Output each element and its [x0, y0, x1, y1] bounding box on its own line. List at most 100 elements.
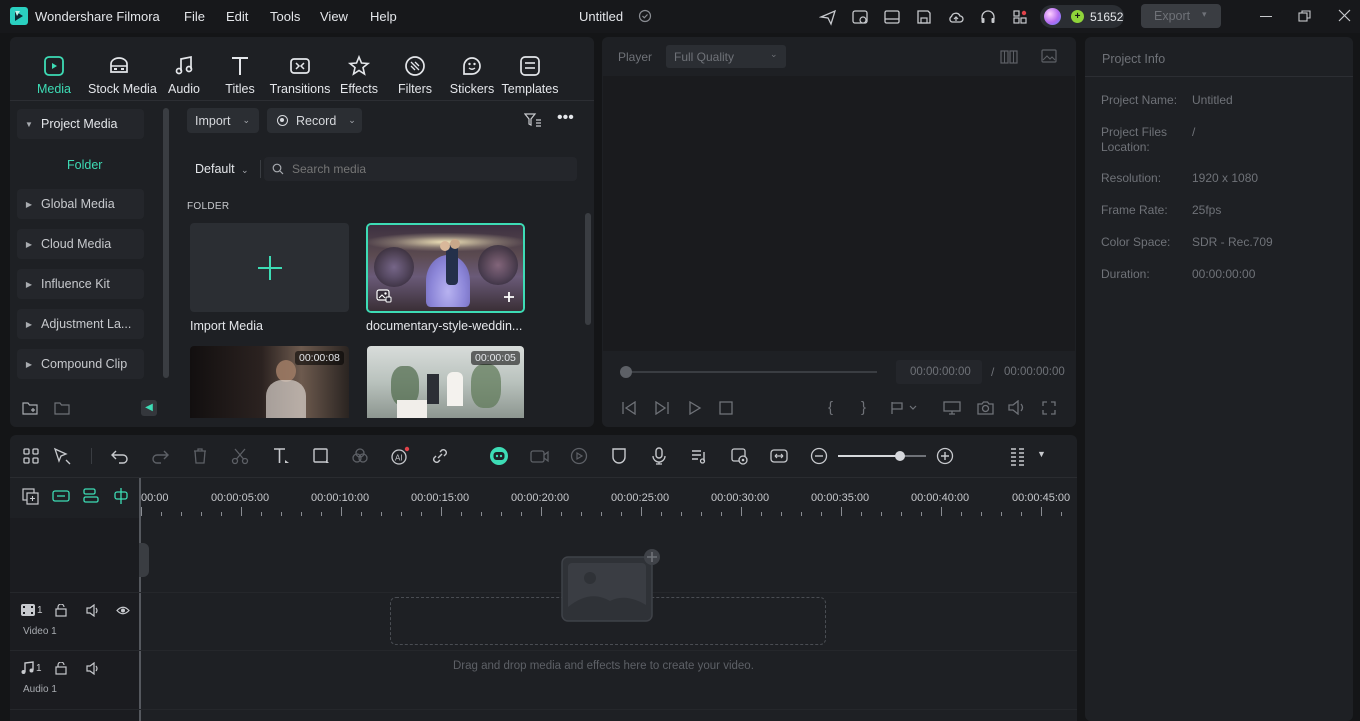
sidebar-scrollbar[interactable] [163, 108, 169, 378]
minimize-button[interactable] [1260, 16, 1272, 17]
sidebar-item-adjustment-layer[interactable]: ▶ Adjustment La... [17, 309, 144, 339]
add-track-icon[interactable] [22, 488, 39, 505]
ai-tools-icon[interactable]: AI [390, 446, 410, 466]
filter-icon[interactable] [524, 112, 542, 128]
microphone-icon[interactable] [649, 446, 669, 466]
zoom-in-icon[interactable] [935, 446, 955, 466]
menu-view[interactable]: View [320, 9, 348, 24]
ai-assistant-icon[interactable] [489, 446, 509, 466]
zoom-slider-handle[interactable] [894, 451, 905, 461]
apps-grid-icon[interactable] [1011, 8, 1029, 26]
menu-tools[interactable]: Tools [270, 9, 300, 24]
menu-help[interactable]: Help [370, 9, 397, 24]
sidebar-item-compound-clip[interactable]: ▶ Compound Clip [17, 349, 144, 379]
crop-icon[interactable] [311, 446, 331, 466]
tab-filters[interactable]: Filters [384, 54, 446, 96]
mute-icon[interactable] [86, 604, 100, 617]
playhead[interactable] [139, 478, 141, 721]
sidebar-item-cloud-media[interactable]: ▶ Cloud Media [17, 229, 144, 259]
playhead-grip[interactable] [139, 543, 149, 577]
mute-icon[interactable] [86, 662, 100, 675]
speed-icon[interactable] [569, 446, 589, 466]
templates-icon[interactable] [851, 8, 869, 26]
snapshot-icon[interactable] [977, 400, 994, 415]
layout-icon[interactable] [883, 8, 901, 26]
scrubber-handle[interactable] [620, 366, 632, 378]
auto-reframe-icon[interactable] [529, 446, 549, 466]
quality-dropdown[interactable]: Full Quality ⌄ [666, 45, 786, 68]
media-grid-scrollbar[interactable] [585, 213, 591, 325]
sidebar-item-global-media[interactable]: ▶ Global Media [17, 189, 144, 219]
import-button[interactable]: Import ⌄ [187, 108, 259, 133]
tab-audio[interactable]: Audio [153, 54, 215, 96]
mark-in-icon[interactable]: { [828, 399, 833, 416]
sidebar-item-influence-kit[interactable]: ▶ Influence Kit [17, 269, 144, 299]
current-time-display[interactable]: 00:00:00:00 [896, 360, 982, 384]
tab-stock-media[interactable]: Stock Media [88, 54, 157, 96]
add-to-timeline-icon[interactable] [503, 291, 515, 303]
menu-file[interactable]: File [184, 9, 205, 24]
media-item-clip-3[interactable]: 00:00:05 [367, 346, 524, 418]
color-match-icon[interactable] [350, 446, 370, 466]
visibility-eye-icon[interactable] [116, 605, 130, 616]
select-tool-icon[interactable] [52, 446, 72, 466]
auto-ripple-icon[interactable] [82, 488, 100, 504]
search-input[interactable] [292, 160, 562, 178]
headset-icon[interactable] [979, 8, 997, 26]
send-icon[interactable] [819, 8, 837, 26]
tab-titles[interactable]: Titles [209, 54, 271, 96]
previous-frame-icon[interactable] [621, 401, 637, 415]
next-frame-icon[interactable] [654, 401, 670, 415]
new-folder-icon[interactable] [22, 400, 38, 416]
link-icon[interactable] [430, 446, 450, 466]
sidebar-item-project-media[interactable]: ▼ Project Media [17, 109, 144, 139]
maximize-button[interactable] [1298, 10, 1311, 22]
tab-transitions[interactable]: Transitions [269, 54, 331, 96]
mask-icon[interactable] [609, 446, 629, 466]
import-media-tile[interactable] [190, 223, 349, 312]
undo-icon[interactable] [110, 446, 130, 466]
close-button[interactable] [1338, 9, 1351, 22]
media-item-clip-2[interactable]: 00:00:08 [190, 346, 349, 418]
collapse-sidebar-button[interactable]: ◀ [141, 400, 157, 416]
credits-badge[interactable]: + 51652 [1040, 5, 1124, 28]
sort-dropdown[interactable]: Default ⌄ [195, 162, 249, 176]
play-icon[interactable] [688, 401, 702, 415]
media-item-wedding[interactable] [366, 223, 525, 313]
search-box[interactable] [264, 157, 577, 181]
render-preview-icon[interactable] [729, 446, 749, 466]
delete-icon[interactable] [190, 446, 210, 466]
volume-icon[interactable] [1008, 400, 1026, 415]
record-button[interactable]: Record ⌄ [267, 108, 362, 133]
stop-icon[interactable] [719, 401, 733, 415]
layout-grid-icon[interactable] [21, 446, 41, 466]
chevron-down-icon[interactable]: ▼ [1037, 449, 1046, 459]
snap-icon[interactable] [112, 487, 130, 505]
cloud-upload-icon[interactable] [947, 8, 965, 26]
fullscreen-icon[interactable] [1042, 401, 1056, 415]
track-layout-icon[interactable] [1008, 446, 1028, 466]
sidebar-item-folder[interactable]: Folder [67, 158, 102, 172]
tab-templates[interactable]: Templates [499, 54, 561, 96]
split-icon[interactable] [230, 446, 250, 466]
lock-icon[interactable] [55, 662, 67, 675]
marker-icon[interactable] [890, 401, 918, 415]
menu-edit[interactable]: Edit [226, 9, 248, 24]
tab-stickers[interactable]: Stickers [441, 54, 503, 96]
save-icon[interactable] [915, 8, 933, 26]
compare-view-icon[interactable] [1000, 50, 1018, 64]
text-tool-icon[interactable] [271, 446, 291, 466]
display-icon[interactable] [943, 401, 961, 415]
move-folder-icon[interactable] [54, 400, 70, 416]
mark-out-icon[interactable]: } [861, 399, 866, 416]
export-button[interactable]: Export ▾ [1141, 4, 1221, 28]
redo-icon[interactable] [150, 446, 170, 466]
link-clips-icon[interactable] [52, 489, 70, 503]
zoom-out-icon[interactable] [809, 446, 829, 466]
snapshot-view-icon[interactable] [1041, 49, 1057, 63]
more-options-icon[interactable]: ••• [557, 110, 574, 127]
audio-mixer-icon[interactable] [689, 446, 709, 466]
tab-media[interactable]: Media [23, 54, 85, 96]
tab-effects[interactable]: Effects [328, 54, 390, 96]
playhead-scrubber[interactable] [626, 371, 877, 373]
